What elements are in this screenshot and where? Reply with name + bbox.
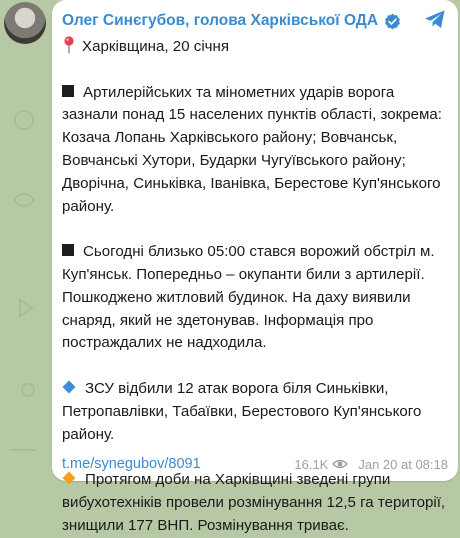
message-header: Олег Синєгубов, голова Харківської ОДА xyxy=(62,12,401,30)
paragraph-line: Петропавлівки, Табаївки, Берестового Куп… xyxy=(62,402,422,420)
paragraph-line: району. xyxy=(62,425,115,443)
telegram-share-icon[interactable] xyxy=(422,6,448,32)
paragraph-line: снаряд, який не здетонував. Інформація п… xyxy=(62,311,374,329)
paragraph-line: Козача Лопань Харківського району; Вовча… xyxy=(62,129,398,147)
black-square-icon xyxy=(62,244,74,257)
eye-icon xyxy=(332,459,349,469)
paragraph-2: Сьогодні близько 05:00 стався ворожий об… xyxy=(62,241,450,355)
paragraph-line: вибухотехніків провели розмінування 12,5… xyxy=(62,493,446,511)
paragraph-line: Куп'янськ. Попередньо – окупанти били з … xyxy=(62,265,425,283)
blue-diamond-icon xyxy=(62,380,76,394)
message-meta: 16.1K Jan 20 at 08:18 xyxy=(294,457,448,472)
paragraph-4: Протягом доби на Харківщині зведені груп… xyxy=(62,469,450,537)
paragraph-line: знищили 177 ВНП. Розмінування триває. xyxy=(62,516,349,534)
black-square-icon xyxy=(62,84,74,97)
location-line: Харківщина, 20 січня xyxy=(62,36,450,59)
pin-icon xyxy=(64,36,74,54)
paragraph-line: постраждалих не надходила. xyxy=(62,334,267,352)
paragraph-line: ЗСУ відбили 12 атак ворога біля Синьківк… xyxy=(85,379,389,397)
paragraph-3: ЗСУ відбили 12 атак ворога біля Синьківк… xyxy=(62,378,450,446)
paragraph-1: Артилерійських та мінометних ударів воро… xyxy=(62,82,450,219)
location-text: Харківщина, 20 січня xyxy=(82,38,230,55)
paragraph-line: Сьогодні близько 05:00 стався ворожий об… xyxy=(83,243,435,261)
verified-badge-icon xyxy=(385,13,400,29)
post-link[interactable]: t.me/synegubov/8091 xyxy=(62,456,201,472)
message-card: Олег Синєгубов, голова Харківської ОДА Х… xyxy=(52,0,458,534)
paragraph-line: району. xyxy=(62,197,115,215)
message-footer: t.me/synegubov/8091 16.1K Jan 20 at 08:1… xyxy=(62,454,448,474)
post-date: Jan 20 at 08:18 xyxy=(358,456,448,472)
paragraph-line: Пошкоджено житловий будинок. На даху вия… xyxy=(62,288,411,306)
paragraph-line: зазнали понад 15 населених пунктів облас… xyxy=(62,106,442,124)
paragraph-line: Артилерійських та мінометних ударів воро… xyxy=(83,83,395,101)
view-count: 16.1K xyxy=(294,456,329,472)
paragraph-line: Вовчанські Хутори, Бударки Чугуївського … xyxy=(62,151,406,169)
channel-name[interactable]: Олег Синєгубов, голова Харківської ОДА xyxy=(62,12,378,30)
paragraph-line: Дворічна, Синьківка, Іванівка, Берестове… xyxy=(62,174,441,192)
channel-avatar[interactable] xyxy=(4,2,46,44)
